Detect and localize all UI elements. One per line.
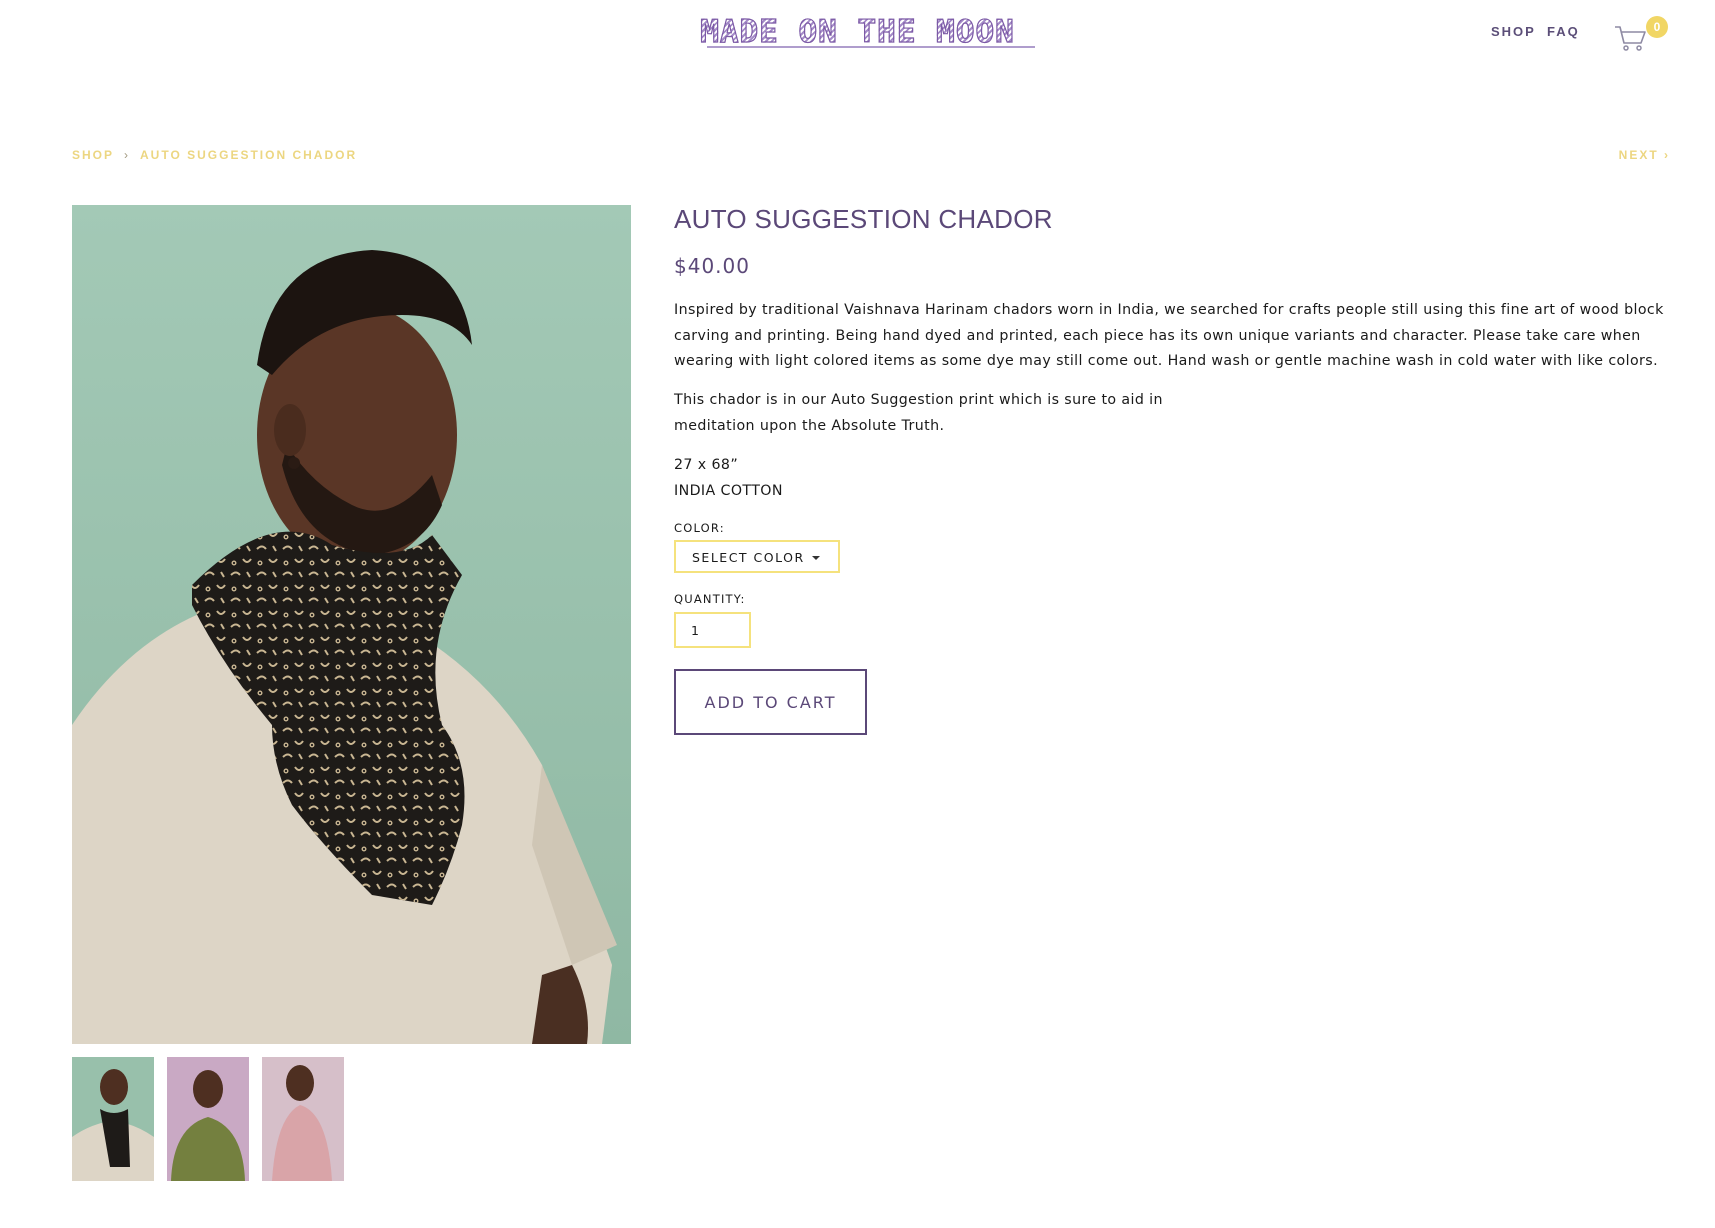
product-photo-illustration [72,205,631,1044]
breadcrumb-shop-link[interactable]: SHOP [72,148,114,162]
main-product-image [72,205,631,1044]
color-select-value: SELECT COLOR [692,550,805,565]
thumbnail-photo [167,1057,249,1181]
add-to-cart-button[interactable]: ADD TO CART [674,669,867,735]
quantity-input[interactable]: 1 [674,612,751,648]
caret-down-icon [812,556,820,560]
product-thumbnail-1[interactable] [72,1057,154,1181]
nav-faq-link[interactable]: FAQ [1547,24,1580,39]
breadcrumb-separator: › [124,148,131,162]
breadcrumb: SHOP › AUTO SUGGESTION CHADOR [72,148,357,162]
product-material: INDIA COTTON [674,482,783,499]
product-thumbnail-3[interactable] [262,1057,344,1181]
nav-shop-link[interactable]: SHOP [1491,24,1536,39]
product-print-description: This chador is in our Auto Suggestion pr… [674,392,1163,434]
breadcrumb-current[interactable]: AUTO SUGGESTION CHADOR [140,148,357,162]
product-size: 27 x 68” [674,457,739,473]
logo-underline [707,46,1035,48]
site-logo[interactable]: MADE ON THE MOON [0,13,1715,50]
product-thumbnail-2[interactable] [167,1057,249,1181]
next-product-link[interactable]: NEXT › [1619,148,1670,162]
thumbnail-photo [262,1057,344,1181]
cart-count-badge: 0 [1646,16,1668,38]
cart-icon [1615,26,1646,51]
product-price: $40.00 [674,254,750,278]
product-title: AUTO SUGGESTION CHADOR [674,204,1053,234]
thumbnail-photo [72,1057,154,1181]
color-label: COLOR: [674,521,725,535]
product-specs: 27 x 68” INDIA COTTON [674,453,783,504]
product-description: Inspired by traditional Vaishnava Harina… [674,302,1664,369]
color-select[interactable]: SELECT COLOR [674,540,840,573]
cart-button[interactable]: 0 [1614,16,1668,51]
quantity-label: QUANTITY: [674,592,746,606]
